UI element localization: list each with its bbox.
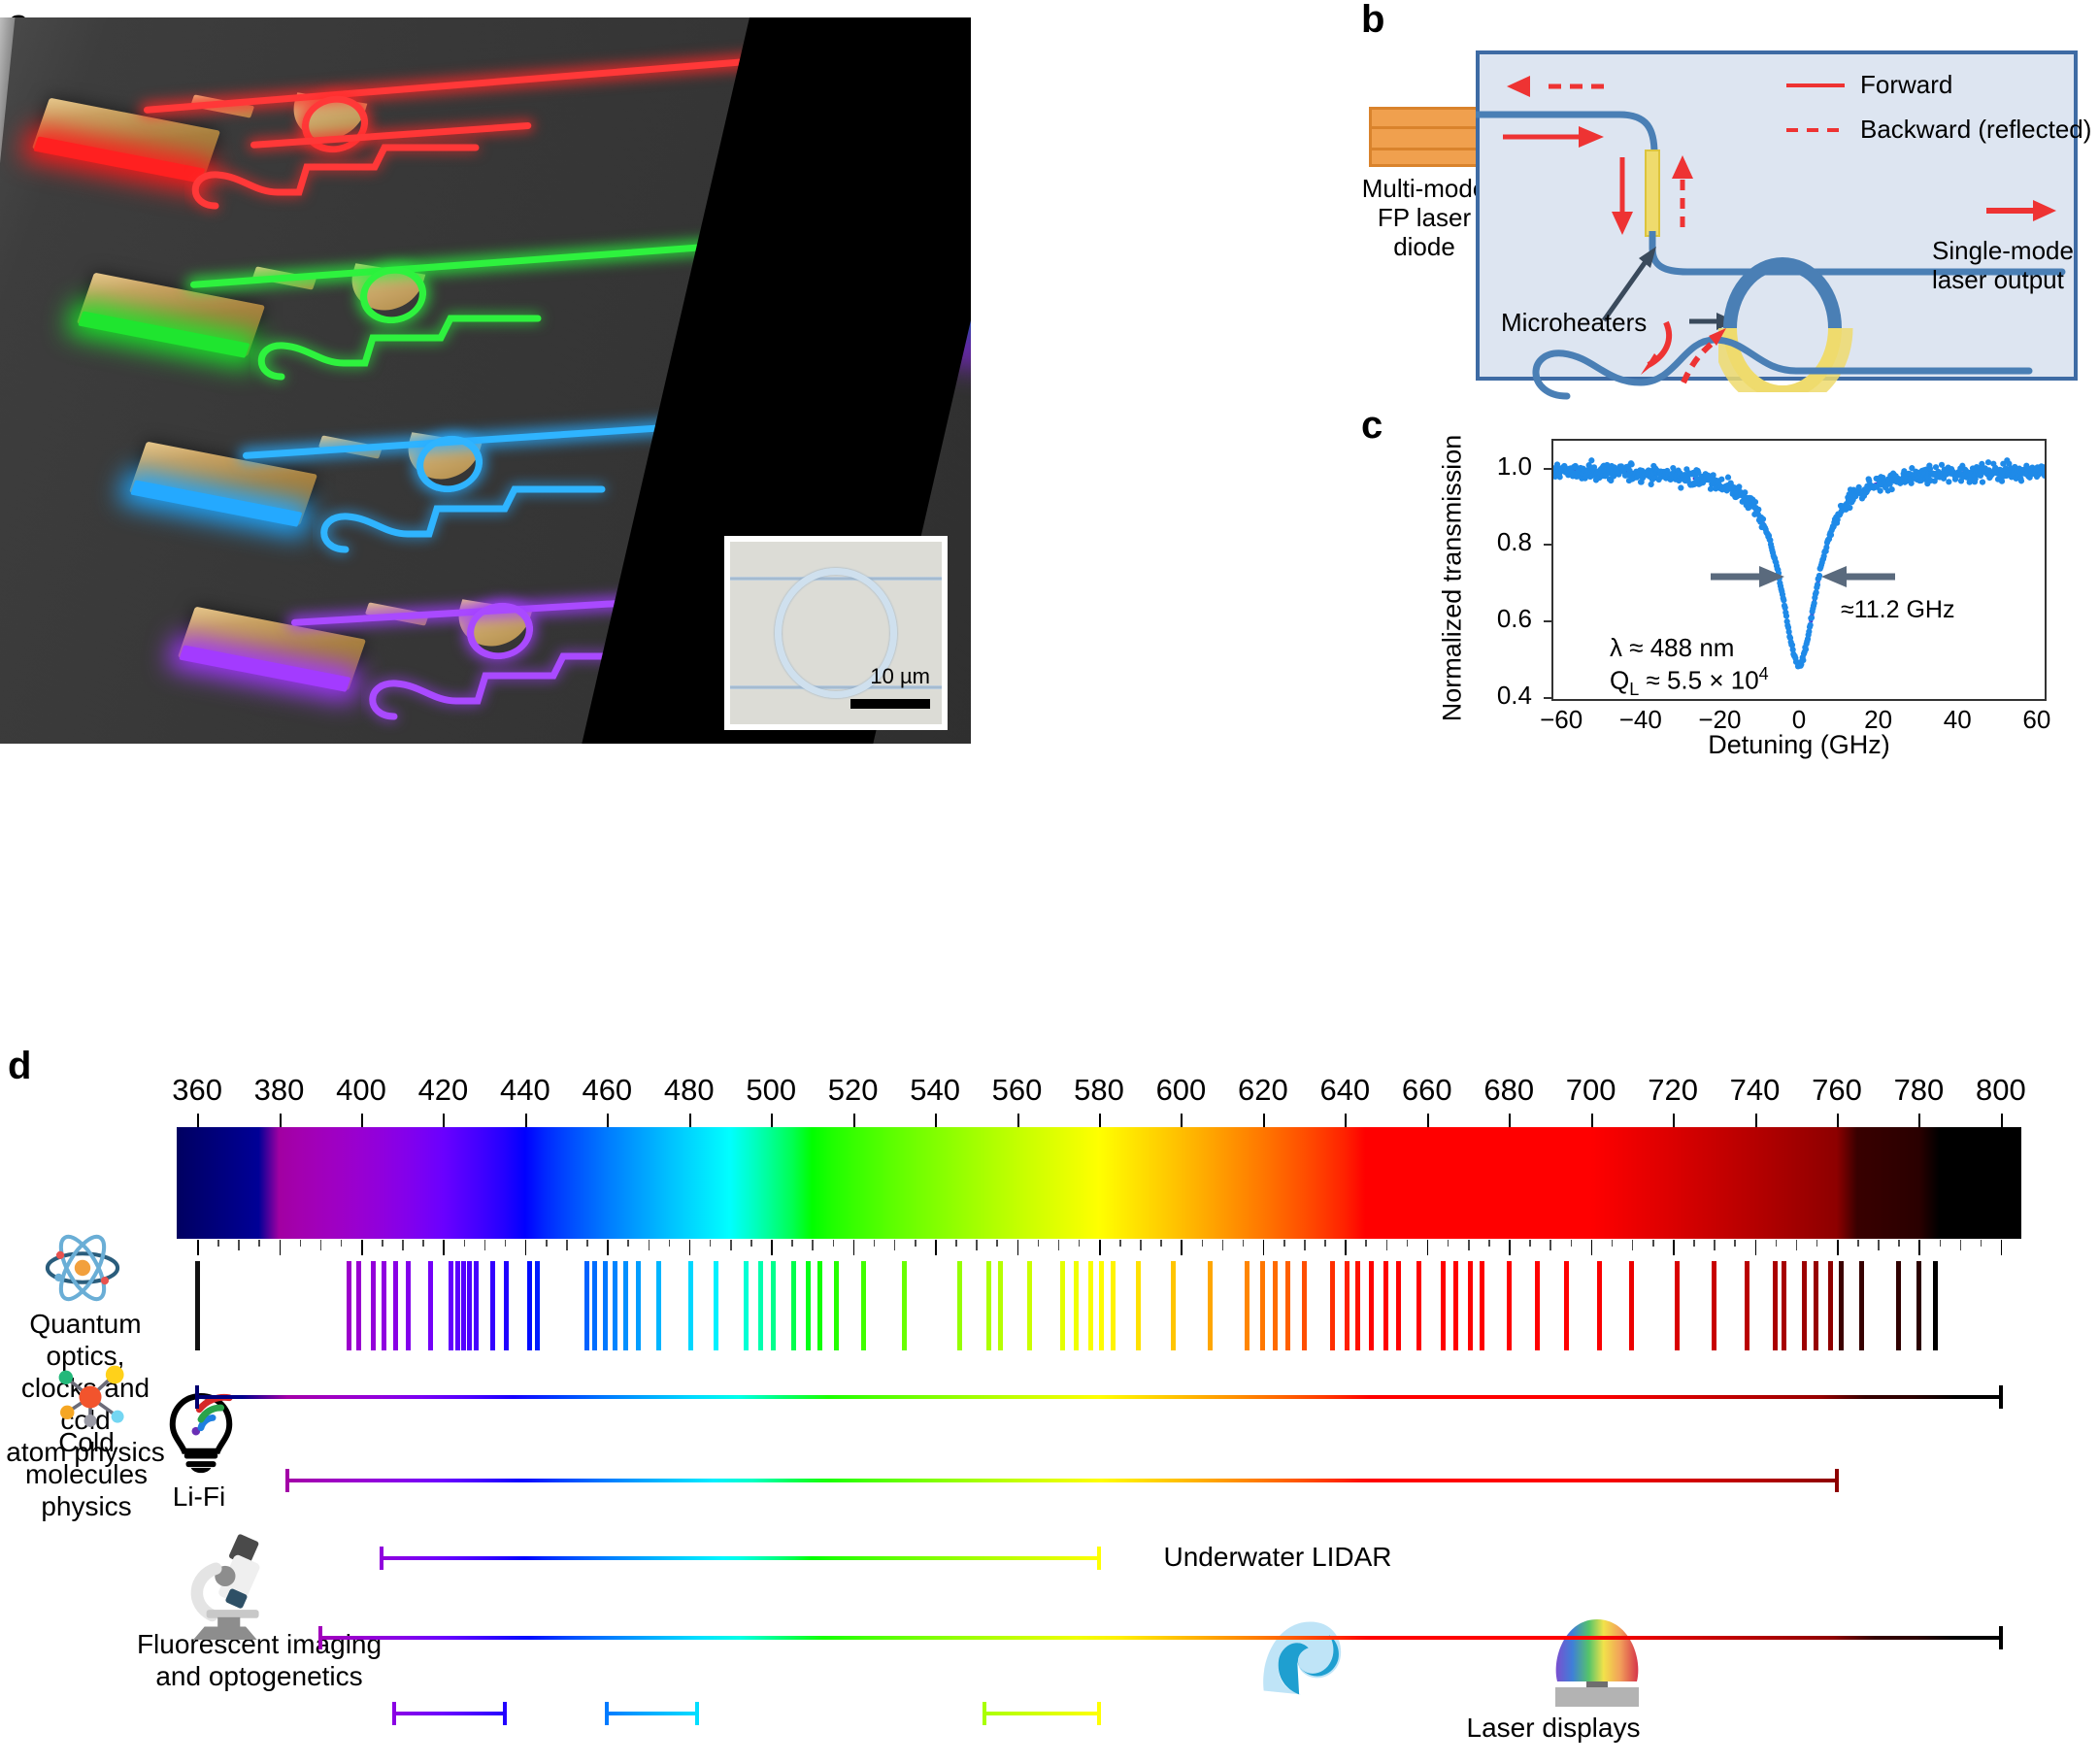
diode-stripe-top [1372,126,1479,129]
y-tick-label: 0.4 [1474,681,1532,711]
q-annotation: QL ≈ 5.5 × 104 [1610,662,1769,701]
fp-laser-diode-block [1369,107,1482,167]
panel-b-letter: b [1361,0,1384,39]
sem-image: 10 µm [730,542,942,724]
range-cap [605,1702,609,1725]
forward-arrow-down [1610,153,1635,241]
lambda-annotation: λ ≈ 488 nm [1610,631,1734,665]
scale-bar-label: 10 µm [870,664,930,689]
microheater-vertical [1645,150,1660,237]
x-tick-label: −60 [1532,705,1590,735]
linewidth-arrow-left [1709,565,1788,588]
x-tick-label: 0 [1770,705,1828,735]
range-bar [607,1712,697,1715]
range-cap [695,1702,699,1725]
range-bar [382,1556,1099,1560]
range-cap [1999,1385,2003,1409]
backward-arrow-up [1670,153,1695,231]
range-cap [392,1702,396,1725]
diode-stripe-bottom [1372,148,1479,150]
legend-swatch-backward [1786,128,1845,132]
q-exponent: 4 [1759,664,1769,683]
y-tick-label: 1.0 [1474,451,1532,482]
panel-a-render: 10 µm [0,17,971,744]
photonic-chip-box: Microheaters Single-mode laser output Fo… [1476,50,2078,381]
q-subscript: L [1629,680,1639,699]
legend-swatch-forward [1786,83,1845,87]
range-bar [984,1712,1099,1715]
single-mode-output-label: Single-mode laser output [1932,237,2074,295]
plot-area: ≈11.2 GHz λ ≈ 488 nm QL ≈ 5.5 × 104 [1551,439,2047,701]
range-cap [318,1626,322,1649]
scale-bar [850,699,930,709]
y-axis-label: Normalized transmission [1437,435,1467,722]
x-tick-label: −40 [1612,705,1670,735]
range-cap [503,1702,507,1725]
range-cap [1097,1547,1101,1570]
range-cap [285,1469,289,1492]
linewidth-arrow-right [1817,565,1897,588]
loop-backward-arrow [1666,315,1734,392]
sagnac-loop-mirror [1505,326,2049,414]
range-bar [320,1636,2001,1640]
x-tick-label: −20 [1690,705,1749,735]
range-bar [394,1712,505,1715]
legend-label-forward: Forward [1860,70,1952,100]
waveguide-loop-red [184,124,553,231]
range-cap [1999,1626,2003,1649]
y-tick-label: 0.8 [1474,527,1532,557]
range-cap [195,1385,199,1409]
range-cap [380,1547,383,1570]
range-cap [1097,1702,1101,1725]
range-cap [1835,1469,1839,1492]
x-tick-label: 20 [1849,705,1908,735]
bus-waveguide-upper [1476,93,1699,200]
range-cap [983,1702,986,1725]
range-bar [287,1479,1837,1482]
sem-inset: 10 µm [724,536,948,730]
panel-c-chart: Normalized transmission Detuning (GHz) 0… [1359,417,2097,748]
x-tick-label: 60 [2008,705,2066,735]
panel-b-schematic: Multi-mode FP laser diode Microheaters S… [1359,50,2078,381]
range-bar [197,1395,2001,1399]
q-symbol: Q [1610,666,1629,695]
x-tick-label: 40 [1928,705,1986,735]
lambda-value: λ ≈ 488 nm [1610,633,1734,662]
y-tick-label: 0.6 [1474,604,1532,634]
legend-label-backward: Backward (reflected) [1860,115,2091,145]
output-forward-arrow [1984,198,2062,223]
application-range-bars [0,1053,2099,1764]
linewidth-annotation: ≈11.2 GHz [1841,596,1954,624]
panel-d-spectrum: 360 380 400 420 440 460 480 500 520 540 560 580 600 6… [0,1053,2099,1764]
q-value: ≈ 5.5 × 10 [1639,666,1758,695]
waveguide-loop-green [250,295,619,402]
